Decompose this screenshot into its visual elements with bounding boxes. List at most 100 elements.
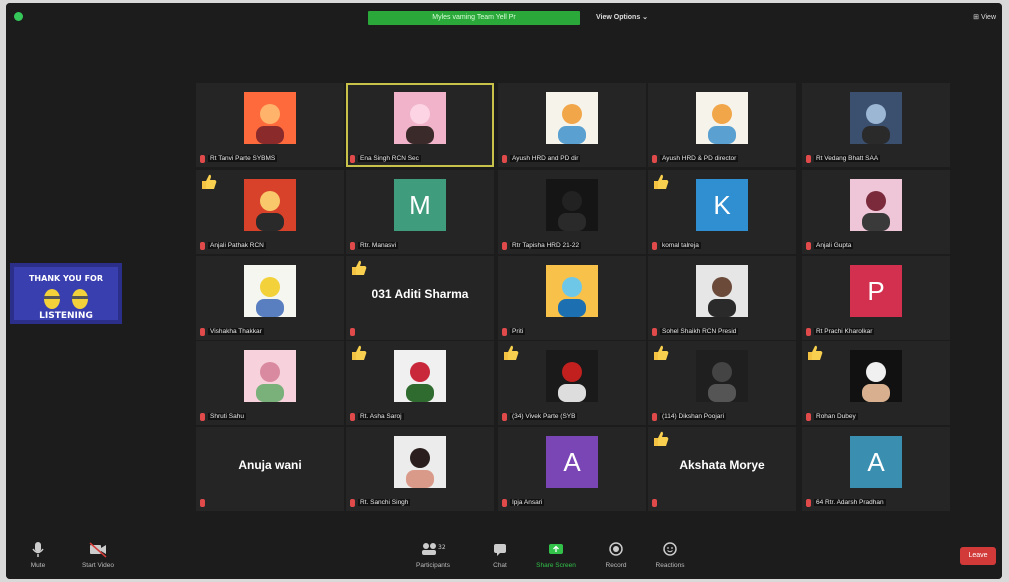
view-options-button[interactable]: View Options ⌄ — [596, 11, 648, 25]
participant-tile[interactable]: A 64 Rtr. Adarsh Pradhan — [802, 427, 950, 511]
muted-mic-icon — [502, 498, 507, 507]
muted-mic-icon — [652, 412, 657, 421]
participant-name: Rt. Sanchi Singh — [358, 499, 411, 506]
thumbs-up-icon — [504, 345, 519, 360]
participants-label: Participants — [416, 562, 450, 569]
participant-tile[interactable]: K komal talreja — [648, 170, 796, 254]
participant-tile[interactable]: Rohan Dubey — [802, 341, 950, 425]
participant-name-bar: Anjali Gupta — [806, 240, 854, 251]
record-icon — [609, 542, 623, 556]
participant-name-bar: Sohel Shaikh RCN Presid — [652, 326, 739, 337]
participant-tile[interactable]: M Rtr. Manasvi — [346, 170, 494, 254]
participant-name-bar: Vishakha Thakkar — [200, 326, 264, 337]
muted-mic-icon — [652, 327, 657, 336]
view-button[interactable]: ⊞ View — [973, 11, 996, 25]
participant-tile[interactable]: Ena Singh RCN Sec — [346, 83, 494, 167]
participant-name: Vishakha Thakkar — [208, 328, 264, 335]
share-screen-button[interactable]: Share Screen — [534, 539, 578, 569]
thank-you-card[interactable]: THANK YOU FOR LISTENING — [10, 263, 122, 324]
start-video-button[interactable]: Start Video — [76, 539, 120, 569]
participant-photo — [394, 350, 446, 402]
participant-tile[interactable]: Anjali Pathak RCN — [196, 170, 344, 254]
participant-name: Rtr Tapisha HRD 21-22 — [510, 242, 582, 249]
participant-avatar: M — [394, 179, 446, 231]
participant-photo — [546, 92, 598, 144]
record-button[interactable]: Record — [594, 539, 638, 569]
participant-tile[interactable]: Anjali Gupta — [802, 170, 950, 254]
muted-mic-icon — [806, 241, 811, 250]
participant-name-bar: Shruti Sahu — [200, 411, 246, 422]
participant-name-bar: (34) Vivek Parte (SYB — [502, 411, 578, 422]
participant-tile[interactable]: 031 Aditi Sharma — [346, 256, 494, 340]
muted-mic-icon — [200, 327, 205, 336]
participant-tile[interactable]: Akshata Morye — [648, 427, 796, 511]
reactions-label: Reactions — [655, 562, 685, 569]
leave-button[interactable]: Leave — [960, 547, 996, 565]
smiley-icon — [663, 542, 677, 556]
participants-icon: 32 — [422, 543, 446, 555]
muted-mic-icon — [350, 154, 355, 163]
share-screen-icon — [549, 544, 563, 554]
thumbs-up-icon — [654, 345, 669, 360]
muted-mic-icon — [200, 498, 205, 507]
participant-name: Rt Tanvi Parte SYBMS — [208, 155, 278, 162]
chat-button[interactable]: Chat — [478, 539, 522, 569]
participant-tile[interactable]: Anuja wani — [196, 427, 344, 511]
participant-name: Sohel Shaikh RCN Presid — [660, 328, 739, 335]
participant-tile[interactable]: (34) Vivek Parte (SYB — [498, 341, 646, 425]
participant-name: Anjali Pathak RCN — [208, 242, 266, 249]
participant-tile[interactable]: Rt. Asha Saroj — [346, 341, 494, 425]
participant-name-bar: 64 Rtr. Adarsh Pradhan — [806, 497, 886, 508]
participant-name-bar: (114) Dikshan Poojari — [652, 411, 727, 422]
participant-name: 64 Rtr. Adarsh Pradhan — [814, 499, 886, 506]
muted-mic-icon — [502, 154, 507, 163]
mute-label: Mute — [30, 562, 46, 569]
thumbs-up-icon — [808, 345, 823, 360]
participant-name: Ena Singh RCN Sec — [358, 155, 421, 162]
participant-photo — [696, 265, 748, 317]
participant-photo — [546, 350, 598, 402]
participant-tile[interactable]: Priti — [498, 256, 646, 340]
participant-avatar: K — [696, 179, 748, 231]
participant-tile[interactable]: Shruti Sahu — [196, 341, 344, 425]
participant-name-bar: Rohan Dubey — [806, 411, 858, 422]
participant-name-bar: komal talreja — [652, 240, 701, 251]
participant-name-bar: Rt Prachi Kharolkar — [806, 326, 875, 337]
participant-tile[interactable]: Ayush HRD and PD dir — [498, 83, 646, 167]
thank-you-line-2: LISTENING — [39, 311, 93, 321]
participant-tile[interactable]: P Rt Prachi Kharolkar — [802, 256, 950, 340]
thumbs-up-icon — [352, 260, 367, 275]
participant-tile[interactable]: (114) Dikshan Poojari — [648, 341, 796, 425]
participant-name: Shruti Sahu — [208, 413, 246, 420]
participant-tile[interactable]: Ayush HRD & PD director — [648, 83, 796, 167]
participant-name-large: 031 Aditi Sharma — [371, 287, 469, 301]
participant-tile[interactable]: Rt Vedang Bhatt SAA — [802, 83, 950, 167]
participant-tile[interactable]: Rt Tanvi Parte SYBMS — [196, 83, 344, 167]
participant-photo — [696, 92, 748, 144]
participant-tile[interactable]: Sohel Shaikh RCN Presid — [648, 256, 796, 340]
mute-button[interactable]: Mute — [16, 539, 60, 569]
reactions-button[interactable]: Reactions — [648, 539, 692, 569]
participant-name-bar — [200, 497, 208, 508]
video-camera-icon — [89, 542, 107, 558]
chat-label: Chat — [493, 562, 507, 569]
participant-avatar: A — [546, 436, 598, 488]
participant-name: Rt Prachi Kharolkar — [814, 328, 875, 335]
participant-name-bar: Rtr. Manasvi — [350, 240, 399, 251]
top-bar: Myles vaming Team Yell Pr View Options ⌄… — [6, 3, 1002, 29]
muted-mic-icon — [806, 327, 811, 336]
muted-mic-icon — [806, 154, 811, 163]
participant-tile[interactable]: Rtr Tapisha HRD 21-22 — [498, 170, 646, 254]
thank-you-line-1: THANK YOU FOR — [29, 274, 103, 283]
participants-button[interactable]: 32 Participants — [408, 539, 458, 569]
participant-tile[interactable]: Rt. Sanchi Singh — [346, 427, 494, 511]
security-shield-icon[interactable] — [14, 12, 23, 21]
participant-tile[interactable]: Vishakha Thakkar — [196, 256, 344, 340]
participant-tile[interactable]: A Ipja Ansari — [498, 427, 646, 511]
muted-mic-icon — [502, 241, 507, 250]
participant-name: Ipja Ansari — [510, 499, 545, 506]
muted-mic-icon — [806, 412, 811, 421]
participant-name: Ayush HRD and PD dir — [510, 155, 581, 162]
participant-name-bar — [652, 497, 660, 508]
zoom-window: Myles vaming Team Yell Pr View Options ⌄… — [6, 3, 1002, 579]
